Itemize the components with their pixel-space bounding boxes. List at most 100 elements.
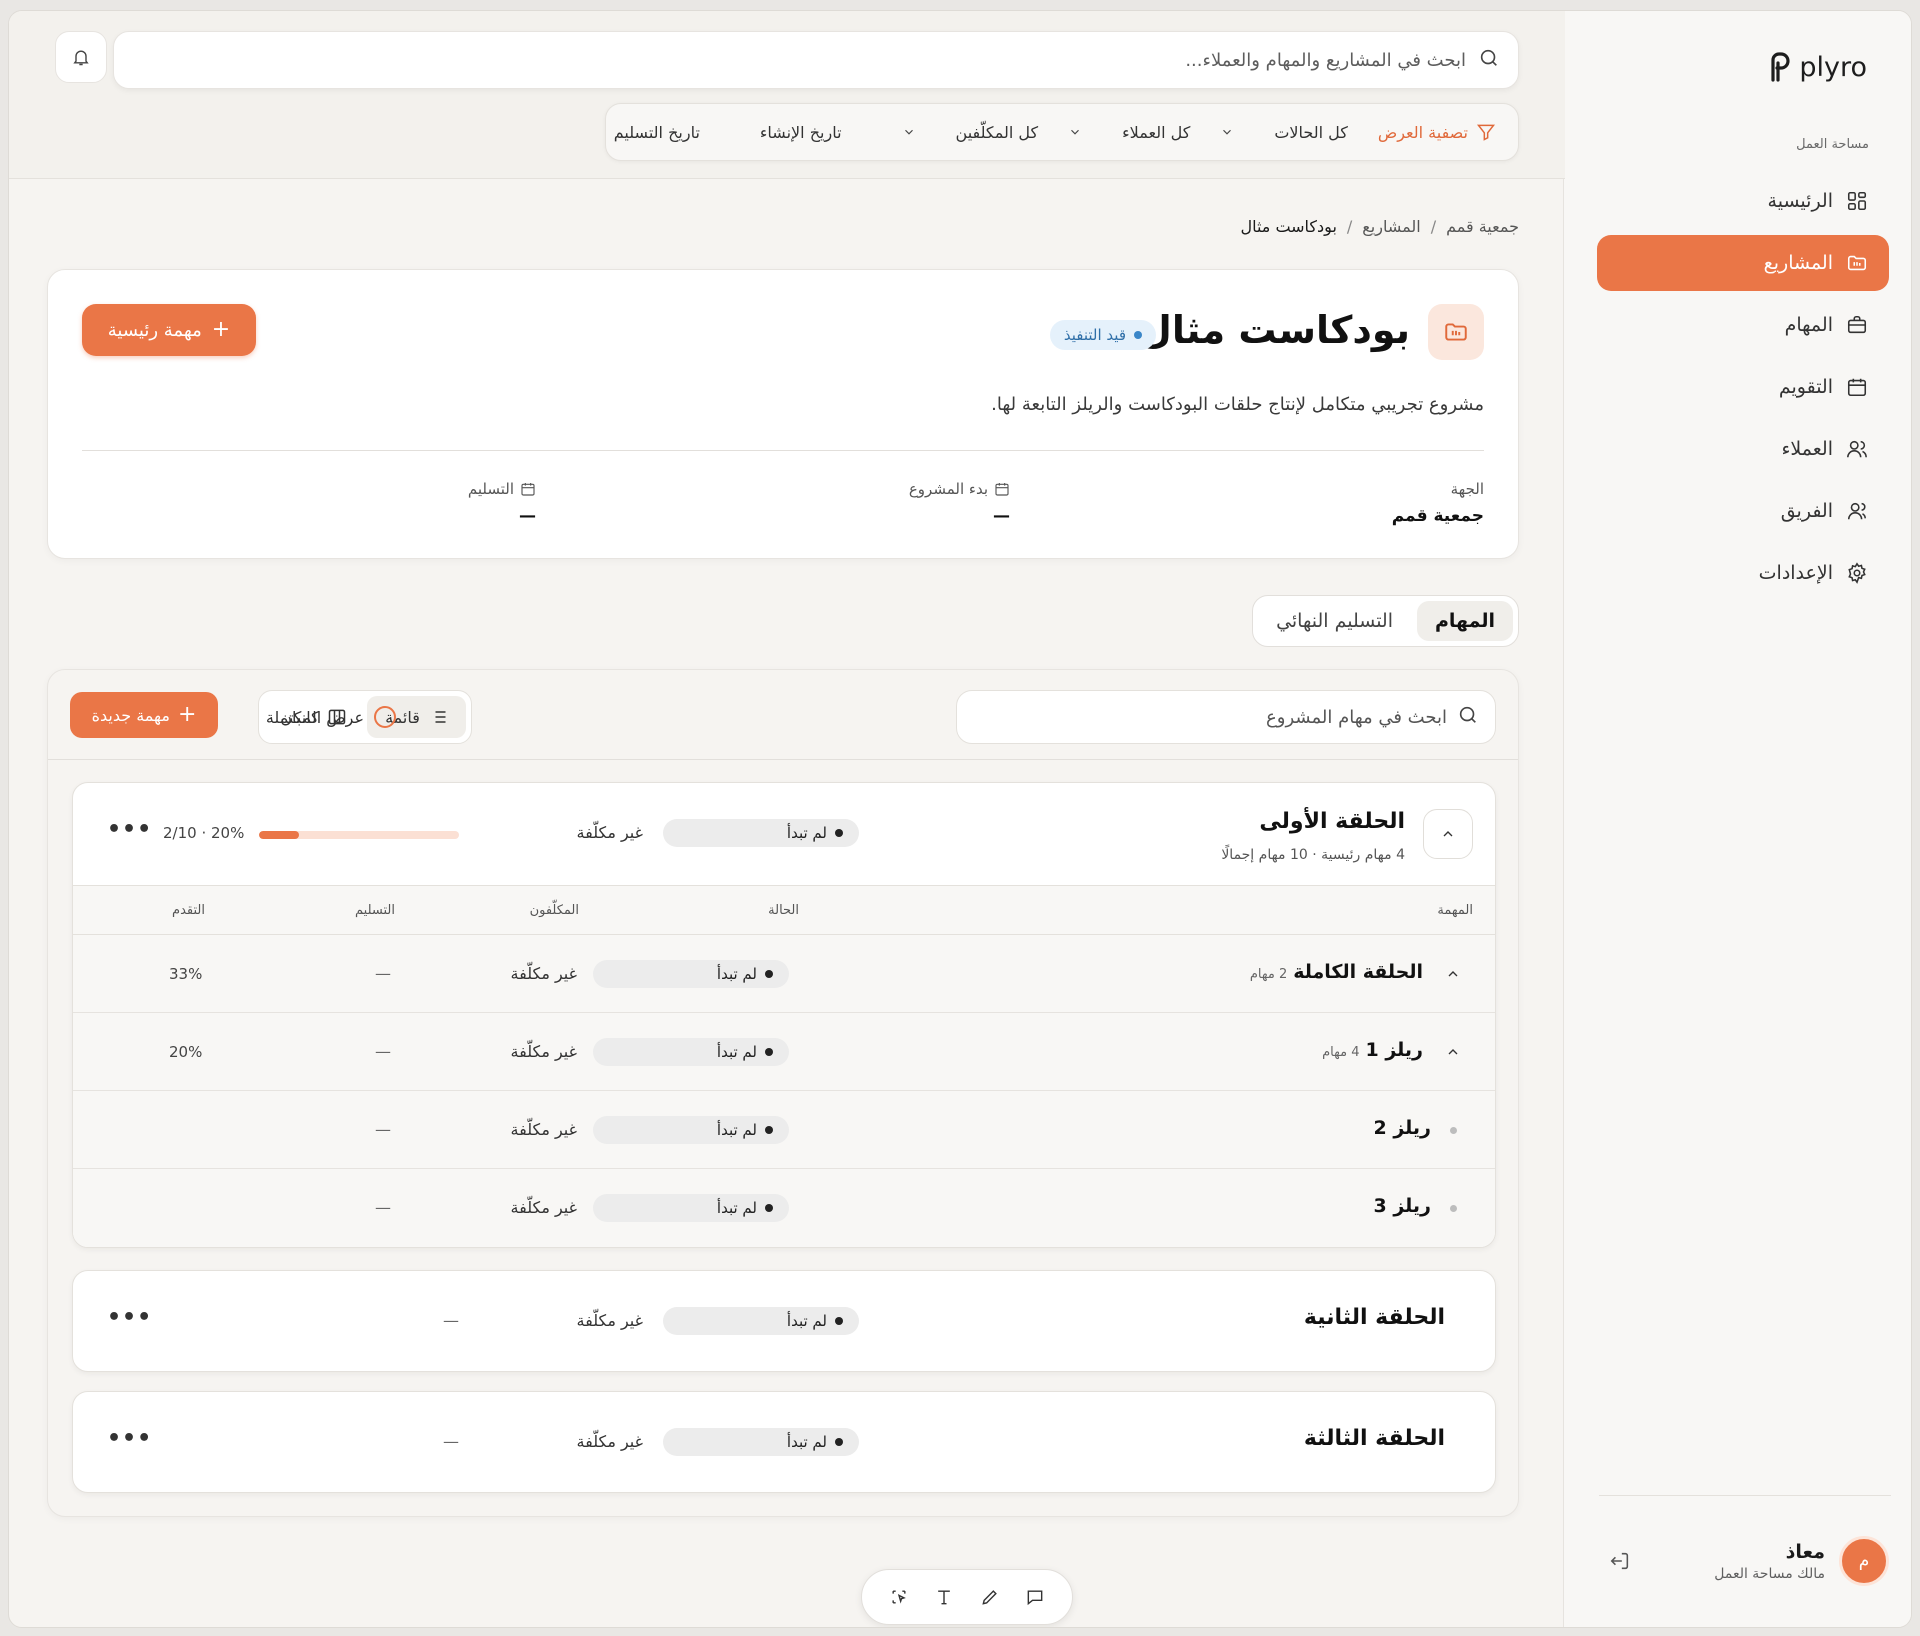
user-name: معاذ	[1785, 1540, 1825, 1563]
assignee-label[interactable]: غير مكلّفة	[511, 1042, 577, 1061]
delivery-value[interactable]: —	[375, 1042, 391, 1061]
task-title: ريلز 1	[1365, 1039, 1424, 1061]
brand-logo[interactable]: plyro	[1767, 49, 1867, 85]
status-filter-dropdown[interactable]: كل الحالات	[1220, 123, 1348, 142]
tab-tasks[interactable]: المهام	[1417, 601, 1513, 641]
add-main-task-button[interactable]: + مهمة رئيسية	[82, 304, 256, 356]
more-options-icon[interactable]: •••	[107, 1305, 152, 1330]
task-title: ريلز 2	[1373, 1117, 1432, 1139]
sidebar-item-clients[interactable]: العملاء	[1597, 421, 1889, 477]
table-row[interactable]: ريلز 1 4 مهام لم تبدأ غير مكلّفة — 20%	[73, 1013, 1495, 1091]
bullet-icon	[1450, 1205, 1457, 1212]
list-icon	[431, 711, 446, 723]
users-icon	[1845, 437, 1869, 461]
sidebar-item-label: الفريق	[1780, 500, 1833, 522]
team-icon	[1845, 499, 1869, 523]
user-profile[interactable]: م معاذ مالك مساحة العمل	[1597, 1531, 1889, 1591]
main-area: ابحث في المشاريع والمهام والعملاء... تصف…	[9, 11, 1565, 1627]
sidebar-divider	[1599, 1495, 1891, 1496]
sidebar-item-tasks[interactable]: المهام	[1597, 297, 1889, 353]
page-title: بودكاست مثال	[1138, 308, 1410, 352]
assignee-label[interactable]: غير مكلّفة	[577, 1311, 643, 1330]
assignee-label[interactable]: غير مكلّفة	[511, 1120, 577, 1139]
show-completed-toggle[interactable]: عرض المكتملة	[246, 690, 396, 744]
breadcrumb-projects[interactable]: المشاريع	[1362, 217, 1420, 236]
sidebar-item-calendar[interactable]: التقويم	[1597, 359, 1889, 415]
topbar: ابحث في المشاريع والمهام والعملاء... تصف…	[9, 11, 1565, 179]
pen-icon[interactable]	[972, 1579, 1008, 1615]
delivery-date-meta: التسليم —	[467, 480, 536, 526]
status-pill[interactable]: لم تبدأ	[593, 960, 789, 988]
dashboard-icon	[1845, 189, 1869, 213]
select-icon[interactable]	[881, 1579, 917, 1615]
delivery-value[interactable]: —	[443, 1311, 459, 1330]
episode-card[interactable]: الحلقة الثانية لم تبدأ غير مكلّفة — •••	[72, 1270, 1496, 1372]
project-description: مشروع تجريبي متكامل لإنتاج حلقات البودكا…	[991, 394, 1484, 415]
sidebar-item-label: المشاريع	[1763, 252, 1833, 274]
table-row[interactable]: ريلز 3 لم تبدأ غير مكلّفة —	[73, 1169, 1495, 1247]
chevron-down-icon	[904, 129, 913, 135]
plyro-logo-icon	[1771, 52, 1790, 82]
progress-value: 20%	[169, 1043, 203, 1061]
episode-header[interactable]: الحلقة الأولى 4 مهام رئيسية · 10 مهام إج…	[73, 783, 1495, 885]
assignee-label[interactable]: غير مكلّفة	[511, 964, 577, 983]
tab-final-delivery[interactable]: التسليم النهائي	[1258, 601, 1411, 641]
delivery-value[interactable]: —	[443, 1432, 459, 1451]
text-icon[interactable]	[926, 1579, 962, 1615]
chevron-up-icon[interactable]	[1445, 1044, 1461, 1060]
status-pill[interactable]: لم تبدأ	[663, 819, 859, 847]
filter-title: تصفية العرض	[1378, 122, 1496, 142]
global-search-input[interactable]: ابحث في المشاريع والمهام والعملاء...	[113, 31, 1519, 89]
user-info: معاذ مالك مساحة العمل	[1649, 1541, 1825, 1582]
search-icon	[1478, 47, 1500, 73]
status-pill[interactable]: لم تبدأ	[593, 1116, 789, 1144]
sidebar-item-home[interactable]: الرئيسية	[1597, 173, 1889, 229]
assignees-filter-dropdown[interactable]: كل المكلّفين	[902, 123, 1038, 142]
assignee-label[interactable]: غير مكلّفة	[577, 1432, 643, 1451]
task-search-input[interactable]: ابحث في مهام المشروع	[956, 690, 1496, 744]
episode-card[interactable]: الحلقة الثالثة لم تبدأ غير مكلّفة — •••	[72, 1391, 1496, 1493]
assignee-label[interactable]: غير مكلّفة	[511, 1198, 577, 1217]
status-pill[interactable]: لم تبدأ	[663, 1307, 859, 1335]
logout-button[interactable]	[1605, 1546, 1635, 1576]
episode-title: الحلقة الأولى	[1259, 809, 1405, 834]
status-badge: قيد التنفيذ	[1049, 320, 1156, 350]
notifications-button[interactable]	[55, 31, 107, 83]
sidebar-item-label: الرئيسية	[1767, 190, 1833, 212]
status-pill[interactable]: لم تبدأ	[663, 1428, 859, 1456]
created-date-filter[interactable]: تاريخ الإنشاء	[760, 123, 842, 142]
chevron-down-icon	[1223, 129, 1232, 135]
project-card: بودكاست مثال قيد التنفيذ + مهمة رئيسية م…	[47, 269, 1519, 559]
sidebar-item-label: الإعدادات	[1758, 562, 1833, 584]
more-options-icon[interactable]: •••	[107, 817, 152, 842]
tasks-toolbar: ابحث في مهام المشروع قائمة كانبان عرض ال…	[48, 670, 1518, 760]
filter-icon	[1476, 124, 1496, 141]
delivery-value[interactable]: —	[375, 1198, 391, 1217]
status-pill[interactable]: لم تبدأ	[593, 1194, 789, 1222]
status-pill[interactable]: لم تبدأ	[593, 1038, 789, 1066]
collapse-button[interactable]	[1423, 809, 1473, 859]
breadcrumb-client[interactable]: جمعية قمم	[1446, 217, 1519, 236]
delivery-value[interactable]: —	[375, 1120, 391, 1139]
briefcase-icon	[1845, 313, 1869, 337]
chevron-up-icon[interactable]	[1445, 966, 1461, 982]
project-folder-icon	[1428, 304, 1484, 360]
table-row[interactable]: ريلز 2 لم تبدأ غير مكلّفة —	[73, 1091, 1495, 1169]
delivery-date-filter[interactable]: تاريخ التسليم	[614, 123, 700, 142]
filter-bar: تصفية العرض كل الحالات كل العملاء كل الم…	[605, 103, 1519, 161]
sidebar-item-projects[interactable]: المشاريع	[1597, 235, 1889, 291]
table-row[interactable]: الحلقة الكاملة 2 مهام لم تبدأ غير مكلّفة…	[73, 935, 1495, 1013]
progress-bar	[259, 831, 459, 839]
assignee-label[interactable]: غير مكلّفة	[577, 823, 643, 842]
sidebar-item-settings[interactable]: الإعدادات	[1597, 545, 1889, 601]
new-task-button[interactable]: + مهمة جديدة	[70, 692, 218, 738]
delivery-value[interactable]: —	[375, 964, 391, 983]
episode-title: الحلقة الثانية	[1303, 1305, 1445, 1330]
avatar: م	[1839, 1536, 1889, 1586]
comment-icon[interactable]	[1017, 1579, 1053, 1615]
more-options-icon[interactable]: •••	[107, 1426, 152, 1451]
clients-filter-dropdown[interactable]: كل العملاء	[1068, 123, 1190, 142]
client-meta: الجهة جمعية قمم	[1391, 480, 1484, 526]
task-title: ريلز 3	[1373, 1195, 1432, 1217]
sidebar-item-team[interactable]: الفريق	[1597, 483, 1889, 539]
